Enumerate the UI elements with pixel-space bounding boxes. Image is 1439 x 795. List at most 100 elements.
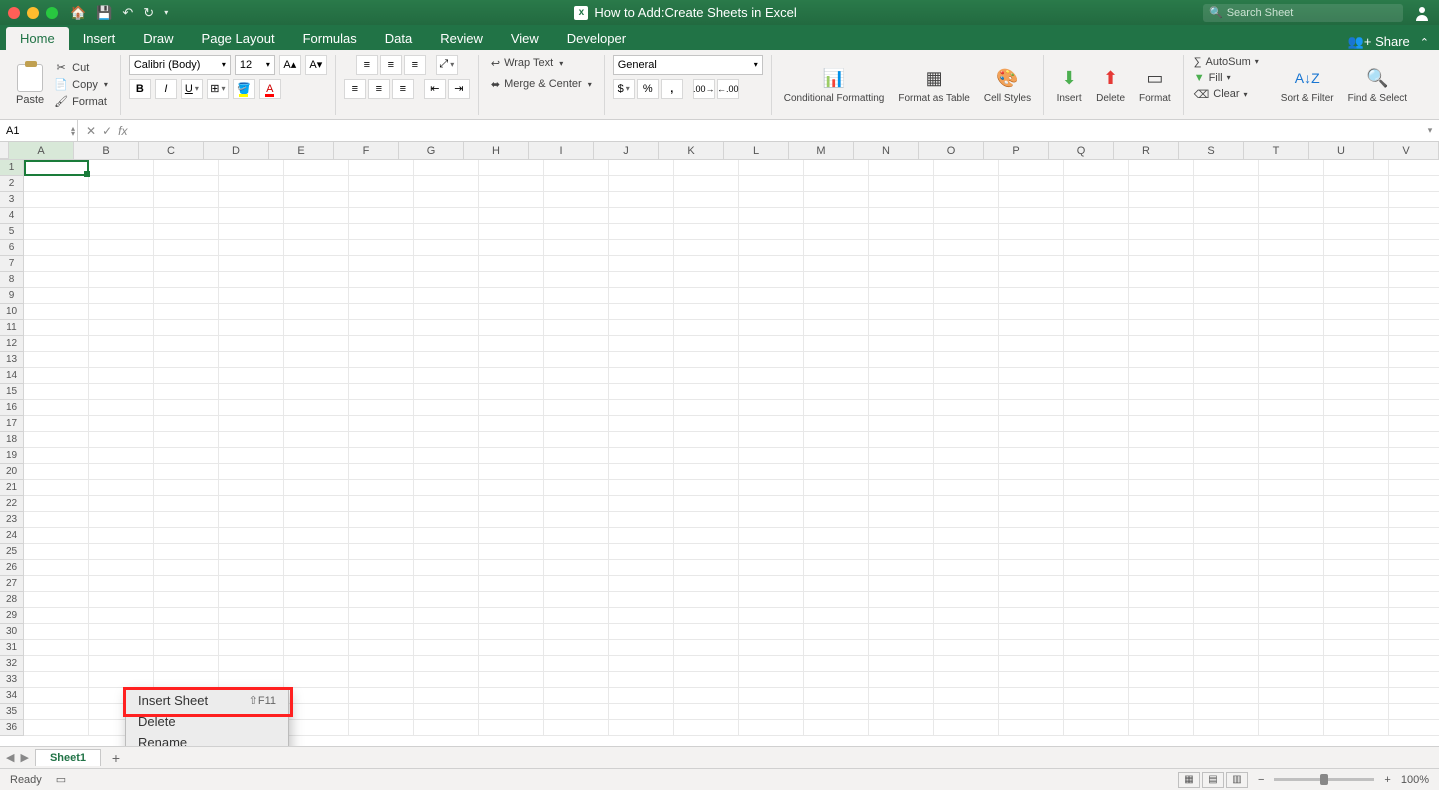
row-header-21[interactable]: 21 [0,480,24,496]
share-button[interactable]: 👥+ Share [1348,34,1410,50]
row-header-24[interactable]: 24 [0,528,24,544]
row-header-36[interactable]: 36 [0,720,24,736]
column-header-I[interactable]: I [529,142,594,159]
column-header-R[interactable]: R [1114,142,1179,159]
column-header-K[interactable]: K [659,142,724,159]
row-header-33[interactable]: 33 [0,672,24,688]
row-header-30[interactable]: 30 [0,624,24,640]
row-header-9[interactable]: 9 [0,288,24,304]
column-header-B[interactable]: B [74,142,139,159]
underline-button[interactable]: U [181,79,203,99]
align-middle-button[interactable]: ≡ [380,55,402,75]
column-header-A[interactable]: A [9,142,74,159]
increase-font-button[interactable]: A▴ [279,55,301,75]
column-header-N[interactable]: N [854,142,919,159]
column-header-D[interactable]: D [204,142,269,159]
column-header-Q[interactable]: Q [1049,142,1114,159]
copy-button[interactable]: 📄Copy▾ [50,77,112,92]
row-header-5[interactable]: 5 [0,224,24,240]
decrease-decimal-button[interactable]: ←.00 [717,79,739,99]
row-header-35[interactable]: 35 [0,704,24,720]
delete-cells-button[interactable]: ⬆ Delete [1092,63,1129,106]
column-header-P[interactable]: P [984,142,1049,159]
sheet-nav-next-icon[interactable]: ▶ [20,751,28,764]
insert-cells-button[interactable]: ⬇ Insert [1052,63,1086,106]
maximize-window-button[interactable] [46,7,58,19]
row-header-1[interactable]: 1 [0,160,24,176]
column-header-J[interactable]: J [594,142,659,159]
normal-view-button[interactable]: ▦ [1178,772,1200,788]
tab-view[interactable]: View [497,27,553,50]
number-format-combo[interactable]: General▾ [613,55,763,75]
name-box[interactable]: A1 ▴▾ [0,120,78,141]
add-sheet-button[interactable]: + [107,749,125,767]
zoom-level[interactable]: 100% [1401,774,1429,786]
paste-button[interactable]: Paste [16,64,44,106]
close-window-button[interactable] [8,7,20,19]
zoom-out-button[interactable]: − [1258,774,1264,786]
search-sheet-input[interactable]: 🔍 Search Sheet [1203,4,1403,22]
cancel-formula-icon[interactable]: ✕ [86,124,96,138]
increase-decimal-button[interactable]: .00→ [693,79,715,99]
tab-page-layout[interactable]: Page Layout [188,27,289,50]
row-header-3[interactable]: 3 [0,192,24,208]
row-header-10[interactable]: 10 [0,304,24,320]
menu-delete-sheet[interactable]: Delete [126,711,288,732]
row-header-7[interactable]: 7 [0,256,24,272]
select-all-corner[interactable] [0,142,9,159]
column-header-V[interactable]: V [1374,142,1439,159]
fill-color-button[interactable]: 🪣 [233,79,255,99]
row-header-15[interactable]: 15 [0,384,24,400]
column-header-H[interactable]: H [464,142,529,159]
tab-developer[interactable]: Developer [553,27,640,50]
column-header-F[interactable]: F [334,142,399,159]
sort-filter-button[interactable]: A↓Z Sort & Filter [1277,63,1338,106]
bold-button[interactable]: B [129,79,151,99]
row-header-12[interactable]: 12 [0,336,24,352]
column-header-S[interactable]: S [1179,142,1244,159]
format-painter-button[interactable]: 🖌Format [50,94,112,109]
expand-formula-bar-icon[interactable]: ▾ [1421,125,1439,136]
font-name-combo[interactable]: Calibri (Body)▾ [129,55,231,75]
row-header-20[interactable]: 20 [0,464,24,480]
page-break-view-button[interactable]: ▥ [1226,772,1248,788]
row-header-17[interactable]: 17 [0,416,24,432]
minimize-window-button[interactable] [27,7,39,19]
decrease-font-button[interactable]: A▾ [305,55,327,75]
row-header-34[interactable]: 34 [0,688,24,704]
font-size-combo[interactable]: 12▾ [235,55,275,75]
row-header-14[interactable]: 14 [0,368,24,384]
menu-insert-sheet[interactable]: Insert Sheet ⇧F11 [126,690,288,711]
row-header-27[interactable]: 27 [0,576,24,592]
row-header-2[interactable]: 2 [0,176,24,192]
row-header-23[interactable]: 23 [0,512,24,528]
fx-icon[interactable]: fx [118,124,127,138]
tab-formulas[interactable]: Formulas [289,27,371,50]
column-header-G[interactable]: G [399,142,464,159]
find-select-button[interactable]: 🔍 Find & Select [1344,63,1411,106]
save-icon[interactable]: 💾 [96,5,112,21]
tab-review[interactable]: Review [426,27,497,50]
macro-record-icon[interactable]: ▭ [56,773,66,786]
row-header-22[interactable]: 22 [0,496,24,512]
decrease-indent-button[interactable]: ⇤ [424,79,446,99]
clear-button[interactable]: ⌫Clear▾ [1192,87,1250,102]
column-header-L[interactable]: L [724,142,789,159]
column-header-U[interactable]: U [1309,142,1374,159]
menu-rename-sheet[interactable]: Rename [126,732,288,746]
merge-center-button[interactable]: ⬌Merge & Center▾ [487,76,596,93]
increase-indent-button[interactable]: ⇥ [448,79,470,99]
autosum-button[interactable]: ∑AutoSum▾ [1192,55,1261,69]
row-header-11[interactable]: 11 [0,320,24,336]
undo-icon[interactable]: ↶ [122,5,133,21]
format-as-table-button[interactable]: ▦ Format as Table [894,63,974,106]
tab-home[interactable]: Home [6,27,69,50]
column-header-C[interactable]: C [139,142,204,159]
row-header-28[interactable]: 28 [0,592,24,608]
align-top-button[interactable]: ≡ [356,55,378,75]
orientation-button[interactable]: ⤢ [436,55,458,75]
row-header-18[interactable]: 18 [0,432,24,448]
name-box-dropdown-icon[interactable]: ▴▾ [71,126,75,136]
zoom-slider[interactable] [1274,778,1374,781]
sheet-tab-sheet1[interactable]: Sheet1 [35,749,101,766]
